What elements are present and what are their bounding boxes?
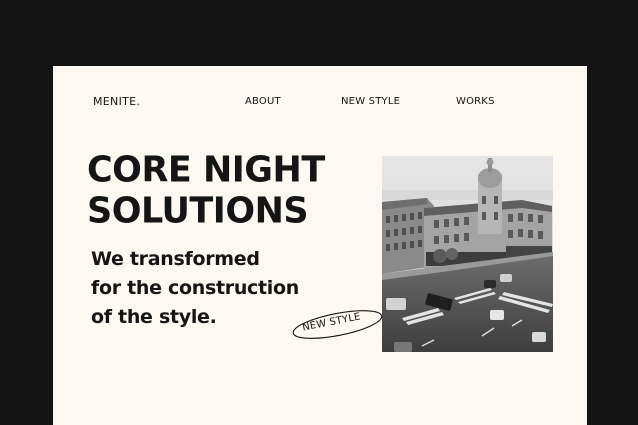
- city-street-photo: [382, 156, 553, 352]
- hero-subheading: We transformed for the construction of t…: [91, 245, 299, 332]
- hero-headline: CORE NIGHT SOLUTIONS: [87, 150, 325, 232]
- nav-works-link[interactable]: WORKS: [456, 96, 495, 107]
- nav-about-link[interactable]: ABOUT: [245, 96, 281, 107]
- nav-new-style-link[interactable]: NEW STYLE: [341, 96, 400, 107]
- headline-line-1: CORE NIGHT: [87, 150, 325, 191]
- new-style-badge[interactable]: NEW STYLE: [290, 309, 385, 340]
- city-photo-illustration: [382, 156, 553, 352]
- subheading-line-2: for the construction: [91, 277, 299, 299]
- subheading-line-3: of the style.: [91, 306, 217, 328]
- brand-logo[interactable]: MENITE.: [93, 95, 140, 108]
- landing-card: MENITE. ABOUT NEW STYLE WORKS CORE NIGHT…: [53, 66, 587, 425]
- subheading-line-1: We transformed: [91, 248, 260, 270]
- headline-line-2: SOLUTIONS: [87, 190, 309, 232]
